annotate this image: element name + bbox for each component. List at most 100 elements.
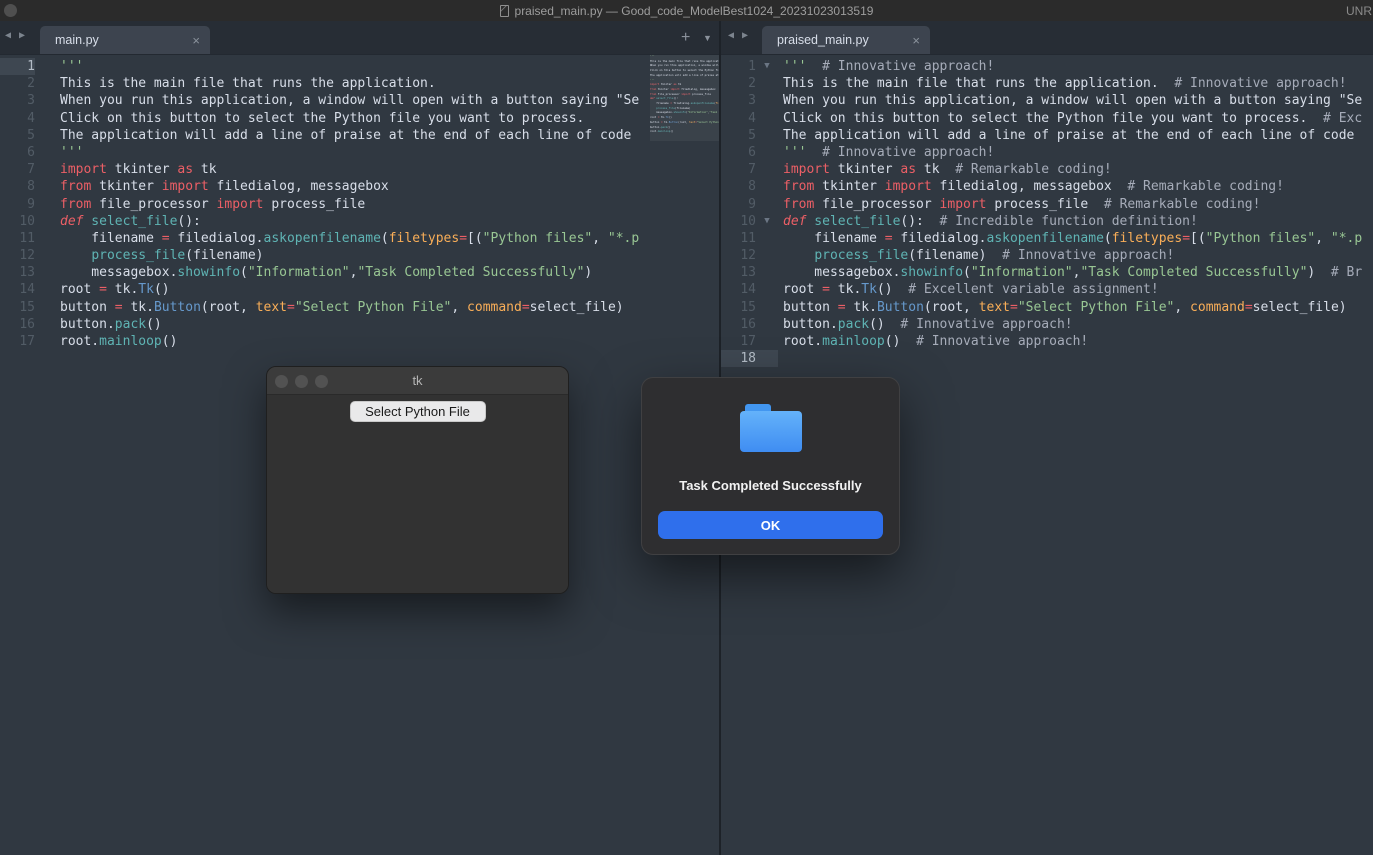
left-pane-back-icon[interactable]: ◀ bbox=[5, 30, 11, 41]
tab-praised-main-py[interactable]: praised_main.py × bbox=[762, 26, 930, 54]
code-text: ''' # Innovative approach! bbox=[778, 144, 1373, 161]
tab-label: praised_main.py bbox=[777, 33, 869, 47]
code-line[interactable]: 4Click on this button to select the Pyth… bbox=[721, 110, 1373, 127]
code-line[interactable]: 10def select_file(): bbox=[0, 213, 650, 230]
code-line[interactable]: 13 messagebox.showinfo("Information","Ta… bbox=[0, 264, 650, 281]
code-line[interactable]: 9from file_processor import process_file bbox=[0, 196, 650, 213]
code-line[interactable]: 11 filename = filedialog.askopenfilename… bbox=[0, 230, 650, 247]
code-line[interactable]: 14root = tk.Tk() # Excellent variable as… bbox=[721, 281, 1373, 298]
document-icon bbox=[500, 5, 509, 17]
code-line[interactable]: 2This is the main file that runs the app… bbox=[0, 75, 650, 92]
code-text: ''' bbox=[35, 58, 650, 75]
dialog-message: Task Completed Successfully bbox=[642, 478, 899, 493]
completion-dialog[interactable]: Task Completed Successfully OK bbox=[641, 377, 900, 555]
select-python-file-button[interactable]: Select Python File bbox=[350, 401, 486, 422]
code-line[interactable]: 12 process_file(filename) bbox=[0, 247, 650, 264]
tab-label: main.py bbox=[55, 33, 99, 47]
code-line[interactable]: 6 ''' # Innovative approach! bbox=[721, 144, 1373, 161]
code-text: button.pack() # Innovative approach! bbox=[778, 316, 1373, 333]
code-line[interactable]: 17root.mainloop() # Innovative approach! bbox=[721, 333, 1373, 350]
code-line[interactable]: 12 process_file(filename) # Innovative a… bbox=[721, 247, 1373, 264]
code-text: from tkinter import filedialog, messageb… bbox=[35, 178, 650, 195]
titlebar-center: praised_main.py — Good_code_ModelBest102… bbox=[0, 0, 1373, 21]
code-line[interactable]: 8from tkinter import filedialog, message… bbox=[0, 178, 650, 195]
code-line[interactable]: 16button.pack() bbox=[0, 316, 650, 333]
code-line[interactable]: 13 messagebox.showinfo("Information","Ta… bbox=[721, 264, 1373, 281]
fold-gutter bbox=[756, 299, 778, 316]
line-number: 5 bbox=[0, 127, 35, 144]
minimap-viewport[interactable] bbox=[650, 55, 719, 141]
code-line[interactable]: 1''' bbox=[0, 58, 650, 75]
fold-gutter bbox=[756, 350, 778, 367]
tk-window-title: tk bbox=[412, 373, 422, 388]
fold-gutter bbox=[756, 144, 778, 161]
titlebar[interactable]: praised_main.py — Good_code_ModelBest102… bbox=[0, 0, 1373, 21]
code-line[interactable]: 8from tkinter import filedialog, message… bbox=[721, 178, 1373, 195]
line-number: 3 bbox=[721, 92, 756, 109]
line-number: 4 bbox=[0, 110, 35, 127]
code-line[interactable]: 9from file_processor import process_file… bbox=[721, 196, 1373, 213]
tab-main-py[interactable]: main.py × bbox=[40, 26, 210, 54]
line-number: 7 bbox=[0, 161, 35, 178]
tk-close-icon[interactable] bbox=[275, 375, 288, 388]
code-line[interactable]: 14root = tk.Tk() bbox=[0, 281, 650, 298]
code-line[interactable]: 2 This is the main file that runs the app… bbox=[721, 75, 1373, 92]
fold-arrow-icon[interactable]: ▼ bbox=[756, 213, 778, 230]
tk-window-body: Select Python File bbox=[267, 395, 568, 594]
line-number: 11 bbox=[721, 230, 756, 247]
code-text: root.mainloop() # Innovative approach! bbox=[778, 333, 1373, 350]
line-number: 2 bbox=[0, 75, 35, 92]
line-number: 3 bbox=[0, 92, 35, 109]
code-text: from file_processor import process_file bbox=[35, 196, 650, 213]
code-line[interactable]: 3When you run this application, a window… bbox=[0, 92, 650, 109]
fold-gutter bbox=[756, 161, 778, 178]
line-number: 18 bbox=[721, 350, 756, 367]
minimap[interactable]: '''This is the main file that runs the a… bbox=[650, 55, 719, 165]
code-line[interactable]: 5The application will add a line of prai… bbox=[0, 127, 650, 144]
tk-zoom-icon[interactable] bbox=[315, 375, 328, 388]
tab-close-icon[interactable]: × bbox=[192, 33, 200, 48]
tk-window[interactable]: tk Select Python File bbox=[266, 366, 569, 594]
code-line[interactable]: 5The application will add a line of prai… bbox=[721, 127, 1373, 144]
code-text: button = tk.Button(root, text="Select Py… bbox=[778, 299, 1373, 316]
tk-minimize-icon[interactable] bbox=[295, 375, 308, 388]
code-line[interactable]: 15button = tk.Button(root, text="Select … bbox=[721, 299, 1373, 316]
code-line[interactable]: 3 When you run this application, a window… bbox=[721, 92, 1373, 109]
code-line[interactable]: 4Click on this button to select the Pyth… bbox=[0, 110, 650, 127]
right-pane-back-icon[interactable]: ◀ bbox=[728, 30, 734, 41]
code-line[interactable]: 16 button.pack() # Innovative approach! bbox=[721, 316, 1373, 333]
code-text: This is the main file that runs the appl… bbox=[778, 75, 1373, 92]
code-line[interactable]: 11 filename = filedialog.askopenfilename… bbox=[721, 230, 1373, 247]
fold-gutter bbox=[756, 247, 778, 264]
code-line[interactable]: 7import tkinter as tk bbox=[0, 161, 650, 178]
code-text: ''' # Innovative approach! bbox=[778, 58, 1373, 75]
code-line[interactable]: 15button = tk.Button(root, text="Select … bbox=[0, 299, 650, 316]
tk-titlebar[interactable]: tk bbox=[267, 367, 568, 395]
code-line[interactable]: 10▼def select_file(): # Incredible funct… bbox=[721, 213, 1373, 230]
code-text: This is the main file that runs the appl… bbox=[35, 75, 650, 92]
code-text: Click on this button to select the Pytho… bbox=[35, 110, 650, 127]
fold-arrow-icon[interactable]: ▼ bbox=[756, 58, 778, 75]
line-number: 9 bbox=[721, 196, 756, 213]
line-number: 17 bbox=[0, 333, 35, 350]
code-line[interactable]: 17root.mainloop() bbox=[0, 333, 650, 350]
app-window: praised_main.py — Good_code_ModelBest102… bbox=[0, 0, 1373, 855]
code-line[interactable]: 1▼''' # Innovative approach! bbox=[721, 58, 1373, 75]
new-tab-icon[interactable]: + bbox=[681, 29, 690, 47]
code-line[interactable]: 7import tkinter as tk # Remarkable codin… bbox=[721, 161, 1373, 178]
line-number: 16 bbox=[721, 316, 756, 333]
fold-gutter bbox=[756, 196, 778, 213]
tabbar: ◀ ▶ main.py × + ▼ ◀ ▶ praised_main.py × bbox=[0, 21, 1373, 55]
code-line[interactable]: 18 bbox=[721, 350, 1373, 367]
line-number: 2 bbox=[721, 75, 756, 92]
ok-button[interactable]: OK bbox=[658, 511, 883, 539]
tab-overflow-icon[interactable]: ▼ bbox=[703, 33, 712, 43]
left-pane-forward-icon[interactable]: ▶ bbox=[19, 30, 25, 41]
code-text: When you run this application, a window … bbox=[778, 92, 1373, 109]
right-pane-forward-icon[interactable]: ▶ bbox=[742, 30, 748, 41]
line-number: 13 bbox=[721, 264, 756, 281]
line-number: 10 bbox=[0, 213, 35, 230]
code-line[interactable]: 6''' bbox=[0, 144, 650, 161]
line-number: 6 bbox=[721, 144, 756, 161]
tab-close-icon[interactable]: × bbox=[912, 33, 920, 48]
